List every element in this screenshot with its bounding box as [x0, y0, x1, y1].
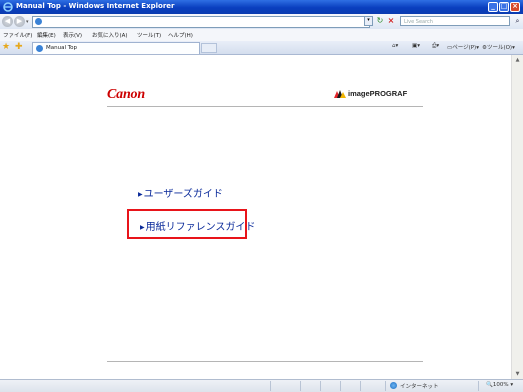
menu-favorites[interactable]: お気に入り(A) [92, 31, 128, 39]
menu-help[interactable]: ヘルプ(H) [168, 31, 193, 39]
imageprograf-text: imagePROGRAF [348, 89, 408, 98]
tools-menu-label: ツール(O) [486, 45, 513, 51]
address-toolbar: ◀ ▶ ▾ ▾ ↻ × Live Search ⌕ [0, 14, 523, 30]
feeds-icon[interactable]: ▣▾ [412, 43, 420, 49]
tools-menu[interactable]: ⚙ツール(O)▾ [482, 43, 515, 51]
imageprograf-mark-icon [334, 90, 346, 98]
history-dropdown-icon[interactable]: ▾ [26, 19, 29, 25]
window-title: Manual Top - Windows Internet Explorer [16, 2, 175, 10]
menu-view[interactable]: 表示(V) [63, 31, 82, 39]
menu-edit[interactable]: 編集(E) [37, 31, 56, 39]
add-favorite-icon[interactable]: ✚ [15, 42, 23, 53]
back-button[interactable]: ◀ [2, 16, 13, 27]
print-icon[interactable]: ⎙▾ [432, 43, 439, 50]
header-divider [107, 106, 423, 107]
address-input[interactable] [32, 16, 370, 28]
footer-divider [107, 361, 423, 362]
ie-logo-icon [3, 2, 13, 12]
status-separator [270, 381, 271, 391]
refresh-icon[interactable]: ↻ [375, 16, 385, 26]
status-bar: インターネット 🔍100% ▾ [0, 379, 523, 392]
menu-tools[interactable]: ツール(T) [137, 31, 161, 39]
canon-logo: Canon [107, 87, 145, 102]
scroll-up-icon[interactable]: ▲ [512, 55, 523, 65]
address-dropdown-button[interactable]: ▾ [364, 16, 373, 26]
search-icon[interactable]: ⌕ [512, 16, 523, 26]
scroll-down-icon[interactable]: ▼ [512, 369, 523, 379]
user-guide-link[interactable]: ▶ユーザーズガイド [138, 185, 223, 200]
stop-icon[interactable]: × [386, 16, 396, 26]
highlight-box [127, 209, 247, 239]
zoom-value: 100% [492, 382, 509, 388]
internet-zone-icon [390, 382, 397, 389]
status-separator [320, 381, 321, 391]
favorites-star-icon[interactable]: ★ [2, 42, 10, 53]
link-arrow-icon: ▶ [138, 191, 143, 198]
page-menu[interactable]: ▭ページ(P)▾ [447, 43, 479, 51]
status-separator [300, 381, 301, 391]
maximize-button[interactable]: □ [499, 2, 509, 12]
page-content [0, 55, 511, 379]
page-menu-label: ページ(P) [452, 45, 477, 51]
tab-label: Manual Top [46, 45, 78, 51]
menu-bar: ファイル(F) 編集(E) 表示(V) お気に入り(A) ツール(T) ヘルプ(… [0, 29, 523, 41]
search-input[interactable]: Live Search [400, 16, 510, 26]
user-guide-label: ユーザーズガイド [143, 189, 223, 200]
menu-file[interactable]: ファイル(F) [3, 31, 32, 39]
minimize-button[interactable]: _ [488, 2, 498, 12]
status-separator [385, 381, 386, 391]
zoom-control[interactable]: 🔍100% ▾ [486, 382, 513, 388]
status-separator [340, 381, 341, 391]
new-tab-button[interactable] [201, 43, 217, 53]
status-separator [360, 381, 361, 391]
title-bar: Manual Top - Windows Internet Explorer _… [0, 0, 523, 14]
page-icon [35, 18, 42, 25]
home-icon[interactable]: ⌂▾ [392, 43, 398, 49]
tab-manual-top[interactable]: Manual Top [32, 42, 200, 54]
status-separator [478, 381, 479, 391]
tab-page-icon [36, 45, 43, 52]
close-button[interactable]: × [510, 2, 520, 12]
forward-button[interactable]: ▶ [14, 16, 25, 27]
security-zone: インターネット [400, 384, 439, 390]
tab-bar: ★ ✚ Manual Top ⌂▾ ▣▾ ⎙▾ ▭ページ(P)▾ ⚙ツール(O)… [0, 41, 523, 55]
vertical-scrollbar[interactable]: ▲ ▼ [511, 55, 523, 379]
